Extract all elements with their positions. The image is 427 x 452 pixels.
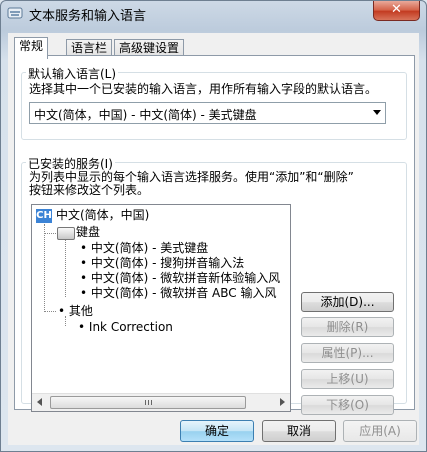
default-language-value: 中文(简体，中国) - 中文(简体) - 美式键盘 <box>34 108 257 122</box>
tree-node-keyboard-label: 中文(简体) - 微软拼音 ABC 输入风 <box>90 286 277 300</box>
tree-node-keyboard[interactable]: • 中文(简体) - 微软拼音 ABC 输入风 <box>80 286 276 301</box>
tree-node-keyboard[interactable]: • 中文(简体) - 微软拼音新体验输入风 <box>80 271 280 286</box>
tree-node-language[interactable]: 中文(简体，中国) <box>56 208 149 223</box>
tree-node-keyboard-label: 中文(简体) - 搜狗拼音输入法 <box>90 256 245 270</box>
tree-node-keyboard[interactable]: • 中文(简体) - 美式键盘 <box>80 241 208 256</box>
chevron-down-icon <box>373 110 381 115</box>
default-language-description: 选择其中一个已安装的输入语言，用作所有输入字段的默认语言。 <box>29 82 378 96</box>
horizontal-scrollbar[interactable] <box>32 393 290 411</box>
apply-button[interactable]: 应用(A) <box>343 420 417 442</box>
tree-node-keyboard[interactable]: • 中文(简体) - 搜狗拼音输入法 <box>80 256 244 271</box>
tree-node-other-service-label: Ink Correction <box>88 320 173 334</box>
chinese-language-icon: CH <box>36 209 52 223</box>
ok-button[interactable]: 确定 <box>180 420 254 442</box>
scroll-left-icon[interactable] <box>37 398 42 406</box>
grip-icon <box>145 400 146 405</box>
services-tree[interactable]: CH 中文(简体，中国) 键盘 • 中文(简体) - 美式键盘 • 中文(简体)… <box>31 204 291 412</box>
dialog-window: 文本服务和输入语言 ✕ 常规 语言栏 高级键设置 默认输入语言(L) 选择其中一… <box>0 0 427 452</box>
tree-node-keyboard-group[interactable]: 键盘 <box>76 225 100 240</box>
default-language-select[interactable]: 中文(简体，中国) - 中文(简体) - 美式键盘 <box>29 102 386 124</box>
close-button[interactable]: ✕ <box>373 1 420 21</box>
cancel-button[interactable]: 取消 <box>262 420 336 442</box>
default-language-label: 默认输入语言(L) <box>26 65 119 82</box>
tree-line <box>44 224 45 312</box>
move-up-button[interactable]: 上移(U) <box>301 369 394 389</box>
title-bar[interactable]: 文本服务和输入语言 ✕ <box>1 1 426 25</box>
close-icon: ✕ <box>391 2 402 17</box>
installed-services-description-1: 为列表中显示的每个输入语言选择服务。使用“添加”和“删除” <box>29 170 354 184</box>
tab-panel-general: 默认输入语言(L) 选择其中一个已安装的输入语言，用作所有输入字段的默认语言。 … <box>14 55 415 415</box>
remove-service-button[interactable]: 删除(R) <box>301 317 394 337</box>
properties-button[interactable]: 属性(P)... <box>301 343 394 363</box>
tree-node-other-service[interactable]: • Ink Correction <box>78 320 173 335</box>
add-service-button[interactable]: 添加(D)... <box>301 292 394 312</box>
tab-general[interactable]: 常规 <box>14 37 49 59</box>
grip-icon <box>151 400 152 405</box>
dialog-client: 常规 语言栏 高级键设置 默认输入语言(L) 选择其中一个已安装的输入语言，用作… <box>8 33 419 445</box>
grip-icon <box>148 400 149 405</box>
window-title: 文本服务和输入语言 <box>29 9 147 24</box>
tree-node-other-group[interactable]: • 其他 <box>58 304 93 319</box>
scroll-right-icon[interactable] <box>280 398 285 406</box>
tree-line <box>65 239 66 297</box>
scrollbar-thumb[interactable] <box>50 396 246 409</box>
keyboard-icon <box>57 227 75 240</box>
tree-node-keyboard-label: 中文(简体) - 美式键盘 <box>90 241 209 255</box>
keyboard-app-icon <box>7 7 23 19</box>
tree-node-keyboard-label: 中文(简体) - 微软拼音新体验输入风 <box>90 271 281 285</box>
tree-line <box>44 233 56 234</box>
tree-node-other-label: 其他 <box>68 304 93 318</box>
move-down-button[interactable]: 下移(O) <box>301 395 394 415</box>
tree-line <box>44 311 56 312</box>
installed-services-description-2: 按钮来修改这个列表。 <box>29 183 150 197</box>
